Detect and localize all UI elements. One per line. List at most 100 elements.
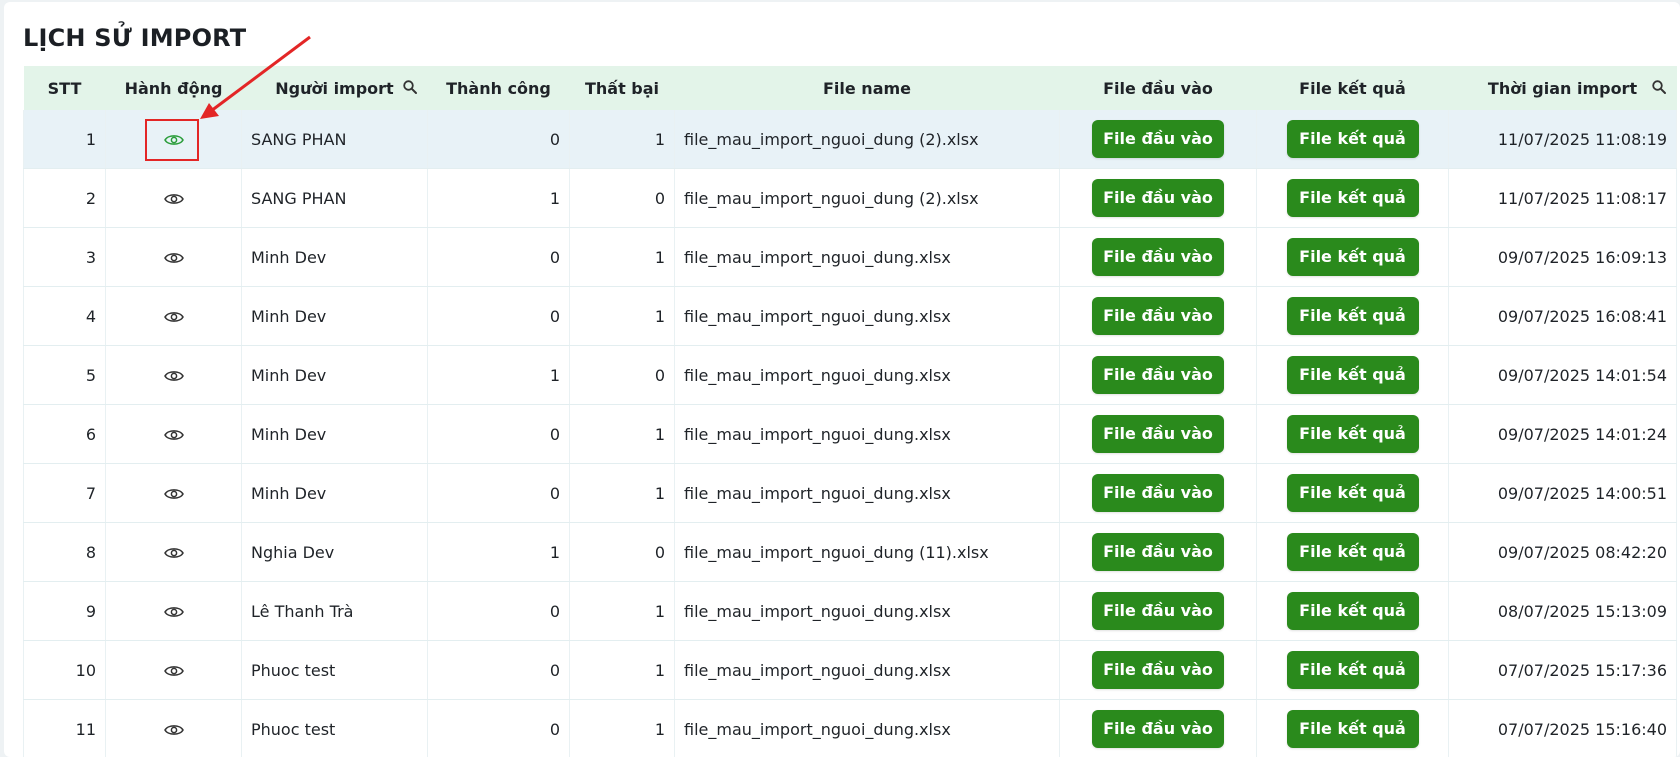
cell-failed: 1 bbox=[569, 227, 675, 287]
table-row[interactable]: 8 Nghia Dev 1 0 file_mau_import_nguoi_dung (… bbox=[23, 522, 1677, 582]
cell-stt: 2 bbox=[23, 168, 106, 228]
table-row[interactable]: 10 Phuoc test 0 1 file_mau_import_nguoi_dung… bbox=[23, 640, 1677, 700]
search-icon[interactable] bbox=[402, 79, 418, 95]
cell-success: 0 bbox=[427, 404, 570, 464]
table-row[interactable]: 9 Lê Thanh Trà 0 1 file_mau_import_nguoi_dun… bbox=[23, 581, 1677, 641]
input-file-button[interactable]: File đầu vào bbox=[1092, 356, 1224, 394]
eye-icon[interactable] bbox=[163, 546, 184, 560]
search-icon[interactable] bbox=[1651, 79, 1667, 95]
input-file-button[interactable]: File đầu vào bbox=[1092, 120, 1224, 158]
input-file-button[interactable]: File đầu vào bbox=[1092, 297, 1224, 335]
import-time: 09/07/2025 08:42:20 bbox=[1497, 542, 1667, 562]
failed-count: 1 bbox=[654, 247, 665, 267]
cell-input-file: File đầu vào bbox=[1059, 522, 1257, 582]
cell-result-file: File kết quả bbox=[1256, 227, 1449, 287]
cell-file-name: file_mau_import_nguoi_dung.xlsx bbox=[674, 404, 1060, 464]
table-row[interactable]: 6 Minh Dev 0 1 file_mau_import_nguoi_dung.xl… bbox=[23, 404, 1677, 464]
eye-icon[interactable] bbox=[163, 428, 184, 442]
eye-icon[interactable] bbox=[163, 723, 184, 737]
column-header-success: Thành công bbox=[427, 66, 570, 110]
cell-stt: 4 bbox=[23, 286, 106, 346]
eye-icon[interactable] bbox=[163, 310, 184, 324]
cell-file-name: file_mau_import_nguoi_dung.xlsx bbox=[674, 463, 1060, 523]
user-name: SANG PHAN bbox=[251, 188, 347, 208]
file-name: file_mau_import_nguoi_dung.xlsx bbox=[684, 247, 951, 267]
cell-failed: 1 bbox=[569, 699, 675, 757]
table-row[interactable]: 11 Phuoc test 0 1 file_mau_import_nguoi_dung… bbox=[23, 699, 1677, 757]
cell-stt: 6 bbox=[23, 404, 106, 464]
result-file-button[interactable]: File kết quả bbox=[1286, 120, 1419, 158]
file-name: file_mau_import_nguoi_dung (2).xlsx bbox=[684, 188, 979, 208]
input-file-button[interactable]: File đầu vào bbox=[1092, 710, 1224, 748]
result-file-button[interactable]: File kết quả bbox=[1286, 238, 1419, 276]
input-file-button[interactable]: File đầu vào bbox=[1092, 474, 1224, 512]
cell-import-time: 09/07/2025 14:01:24 bbox=[1448, 404, 1677, 464]
result-file-button[interactable]: File kết quả bbox=[1286, 533, 1419, 571]
result-file-button[interactable]: File kết quả bbox=[1286, 592, 1419, 630]
success-count: 1 bbox=[549, 188, 560, 208]
eye-icon[interactable] bbox=[163, 605, 184, 619]
user-name: Nghia Dev bbox=[251, 542, 335, 562]
cell-success: 1 bbox=[427, 168, 570, 228]
result-file-button[interactable]: File kết quả bbox=[1286, 415, 1419, 453]
file-name: file_mau_import_nguoi_dung.xlsx bbox=[684, 483, 951, 503]
user-name: Minh Dev bbox=[251, 424, 327, 444]
result-file-button[interactable]: File kết quả bbox=[1286, 179, 1419, 217]
cell-user: Nghia Dev bbox=[241, 522, 428, 582]
cell-action bbox=[105, 581, 242, 641]
cell-file-name: file_mau_import_nguoi_dung (2).xlsx bbox=[674, 168, 1060, 228]
cell-result-file: File kết quả bbox=[1256, 640, 1449, 700]
table-body: 1 SANG PHAN 0 1 file_mau_import_nguoi_dung (… bbox=[23, 110, 1677, 757]
cell-result-file: File kết quả bbox=[1256, 404, 1449, 464]
result-file-button[interactable]: File kết quả bbox=[1286, 710, 1419, 748]
cell-failed: 1 bbox=[569, 463, 675, 523]
user-name: Minh Dev bbox=[251, 483, 327, 503]
cell-user: Minh Dev bbox=[241, 463, 428, 523]
cell-success: 1 bbox=[427, 522, 570, 582]
table-row[interactable]: 2 SANG PHAN 1 0 file_mau_import_nguoi_dung (… bbox=[23, 168, 1677, 228]
result-file-button[interactable]: File kết quả bbox=[1286, 474, 1419, 512]
cell-stt: 8 bbox=[23, 522, 106, 582]
cell-user: Minh Dev bbox=[241, 286, 428, 346]
table-row[interactable]: 5 Minh Dev 1 0 file_mau_import_nguoi_dung.xl… bbox=[23, 345, 1677, 405]
eye-icon[interactable] bbox=[163, 487, 184, 501]
import-time: 09/07/2025 14:01:54 bbox=[1497, 365, 1667, 385]
import-history-table: STT Hành động Người import Thành công Th… bbox=[23, 66, 1677, 757]
cell-action bbox=[105, 168, 242, 228]
eye-icon[interactable] bbox=[163, 133, 184, 147]
eye-icon[interactable] bbox=[163, 664, 184, 678]
table-row[interactable]: 3 Minh Dev 0 1 file_mau_import_nguoi_dung.xl… bbox=[23, 227, 1677, 287]
cell-result-file: File kết quả bbox=[1256, 581, 1449, 641]
cell-result-file: File kết quả bbox=[1256, 522, 1449, 582]
input-file-button[interactable]: File đầu vào bbox=[1092, 592, 1224, 630]
import-time: 09/07/2025 16:09:13 bbox=[1497, 247, 1667, 267]
eye-icon[interactable] bbox=[163, 192, 184, 206]
cell-success: 0 bbox=[427, 110, 570, 169]
cell-user: Minh Dev bbox=[241, 345, 428, 405]
stt-text: 10 bbox=[75, 660, 96, 680]
success-count: 0 bbox=[549, 660, 560, 680]
input-file-button[interactable]: File đầu vào bbox=[1092, 415, 1224, 453]
table-row[interactable]: 4 Minh Dev 0 1 file_mau_import_nguoi_dung.xl… bbox=[23, 286, 1677, 346]
file-name: file_mau_import_nguoi_dung.xlsx bbox=[684, 660, 951, 680]
file-name: file_mau_import_nguoi_dung (11).xlsx bbox=[684, 542, 989, 562]
input-file-button[interactable]: File đầu vào bbox=[1092, 533, 1224, 571]
input-file-button[interactable]: File đầu vào bbox=[1092, 651, 1224, 689]
result-file-button[interactable]: File kết quả bbox=[1286, 297, 1419, 335]
eye-icon[interactable] bbox=[163, 369, 184, 383]
input-file-button[interactable]: File đầu vào bbox=[1092, 238, 1224, 276]
cell-stt: 5 bbox=[23, 345, 106, 405]
cell-file-name: file_mau_import_nguoi_dung.xlsx bbox=[674, 227, 1060, 287]
result-file-button[interactable]: File kết quả bbox=[1286, 356, 1419, 394]
cell-file-name: file_mau_import_nguoi_dung.xlsx bbox=[674, 286, 1060, 346]
result-file-button[interactable]: File kết quả bbox=[1286, 651, 1419, 689]
table-row[interactable]: 1 SANG PHAN 0 1 file_mau_import_nguoi_dung (… bbox=[23, 110, 1677, 169]
file-name: file_mau_import_nguoi_dung (2).xlsx bbox=[684, 129, 979, 149]
cell-input-file: File đầu vào bbox=[1059, 227, 1257, 287]
input-file-button[interactable]: File đầu vào bbox=[1092, 179, 1224, 217]
file-name: file_mau_import_nguoi_dung.xlsx bbox=[684, 719, 951, 739]
table-row[interactable]: 7 Minh Dev 0 1 file_mau_import_nguoi_dung.xl… bbox=[23, 463, 1677, 523]
cell-import-time: 09/07/2025 16:08:41 bbox=[1448, 286, 1677, 346]
cell-action bbox=[105, 345, 242, 405]
eye-icon[interactable] bbox=[163, 251, 184, 265]
